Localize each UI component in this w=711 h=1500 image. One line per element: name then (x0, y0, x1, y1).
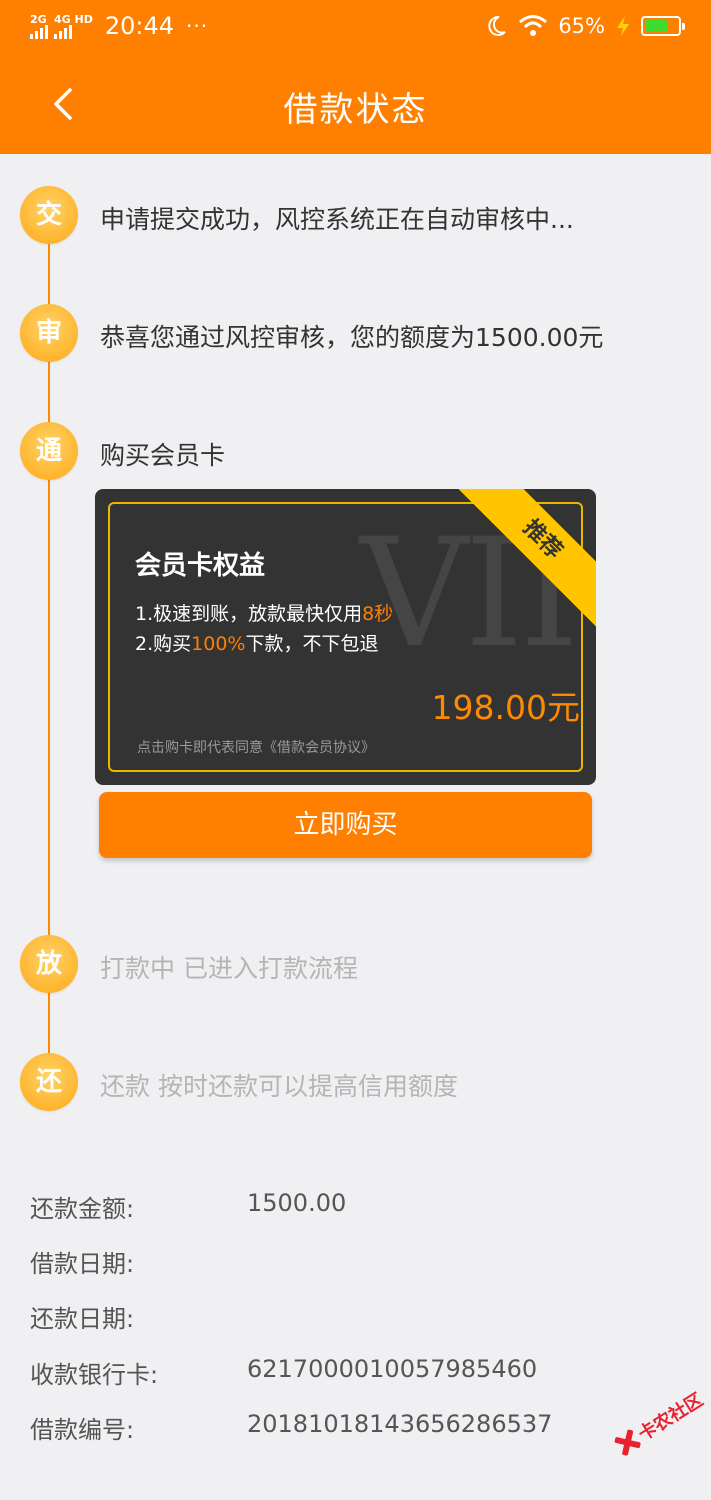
step-icon-disbursing: 放 (20, 935, 78, 993)
timeline-step-disbursing: 放 打款中 已进入打款流程 (20, 935, 680, 995)
status-left: 2G 4G HD 20:44 ··· (30, 12, 208, 40)
wifi-icon (519, 15, 548, 36)
clock: 20:44 (104, 12, 175, 40)
info-value: 1500.00 (247, 1189, 347, 1217)
timeline-step-repayment: 还 还款 按时还款可以提高信用额度 (20, 1053, 680, 1113)
benefit-1-highlight: 8秒 (362, 603, 394, 625)
info-label: 还款金额: (30, 1195, 135, 1223)
moon-icon (488, 15, 507, 36)
benefit-2: 2.购买100%下款，不下包退 (135, 629, 378, 656)
step-icon-repayment: 还 (20, 1053, 78, 1111)
benefit-1-text: 1.极速到账，放款最快仅用 (135, 603, 363, 625)
card-price: 198.00元 (431, 688, 580, 727)
step-icon-submitted: 交 (20, 186, 78, 244)
timeline-step-approved: 审 恭喜您通过风控审核，您的额度为1500.00元 (20, 304, 680, 364)
step-text-submitted: 申请提交成功，风控系统正在自动审核中... (100, 205, 574, 234)
info-row-loan-date: 借款日期: (30, 1244, 690, 1284)
step-text-approved: 恭喜您通过风控审核，您的额度为1500.00元 (100, 323, 604, 352)
sim2-signal: 4G HD (54, 14, 93, 39)
battery-icon (641, 16, 685, 36)
info-row-repay-date: 还款日期: (30, 1299, 690, 1339)
signal-icon (30, 24, 48, 39)
info-label: 还款日期: (30, 1305, 135, 1333)
info-label: 收款银行卡: (30, 1361, 159, 1389)
status-right: 65% (484, 14, 685, 38)
timeline-step-submitted: 交 申请提交成功，风控系统正在自动审核中... (20, 186, 680, 246)
benefit-1: 1.极速到账，放款最快仅用8秒 (135, 599, 393, 626)
step-text-membership: 购买会员卡 (100, 441, 226, 470)
info-row-loan-number: 借款编号: 20181018143656286537 (30, 1410, 690, 1450)
step-icon-approved: 审 (20, 304, 78, 362)
step-text-repayment: 还款 按时还款可以提高信用额度 (100, 1072, 458, 1101)
info-value: 20181018143656286537 (247, 1410, 553, 1438)
step-text-disbursing: 打款中 已进入打款流程 (100, 954, 358, 983)
more-notifications: ··· (186, 14, 209, 38)
card-title: 会员卡权益 (135, 551, 266, 581)
info-label: 借款日期: (30, 1250, 135, 1278)
sim1-label: 2G (30, 12, 47, 26)
sim2-label: 4G HD (54, 12, 93, 26)
sim1-signal: 2G (30, 14, 48, 39)
page-title: 借款状态 (283, 90, 428, 130)
battery-percent: 65% (558, 14, 605, 38)
step-icon-membership: 通 (20, 422, 78, 480)
info-row-bank-card: 收款银行卡: 6217000010057985460 (30, 1355, 690, 1395)
signal-icon (54, 24, 72, 39)
benefit-2-highlight: 100% (191, 633, 246, 655)
buy-now-button[interactable]: 立即购买 (99, 792, 592, 858)
status-bar: 2G 4G HD 20:44 ··· 65% (0, 0, 711, 56)
info-label: 借款编号: (30, 1416, 135, 1444)
nav-bar: 借款状态 (0, 56, 711, 154)
vip-card[interactable]: VII 推荐 会员卡权益 1.极速到账，放款最快仅用8秒 2.购买100%下款，… (95, 489, 596, 785)
charging-icon (617, 16, 629, 36)
info-row-repay-amount: 还款金额: 1500.00 (30, 1189, 690, 1229)
info-value: 6217000010057985460 (247, 1355, 538, 1383)
timeline-step-membership: 通 购买会员卡 (20, 422, 680, 482)
agreement-text[interactable]: 点击购卡即代表同意《借款会员协议》 (137, 737, 375, 757)
benefit-2-text: 2.购买 (135, 633, 192, 655)
benefit-2-suffix: 下款，不下包退 (245, 633, 379, 655)
